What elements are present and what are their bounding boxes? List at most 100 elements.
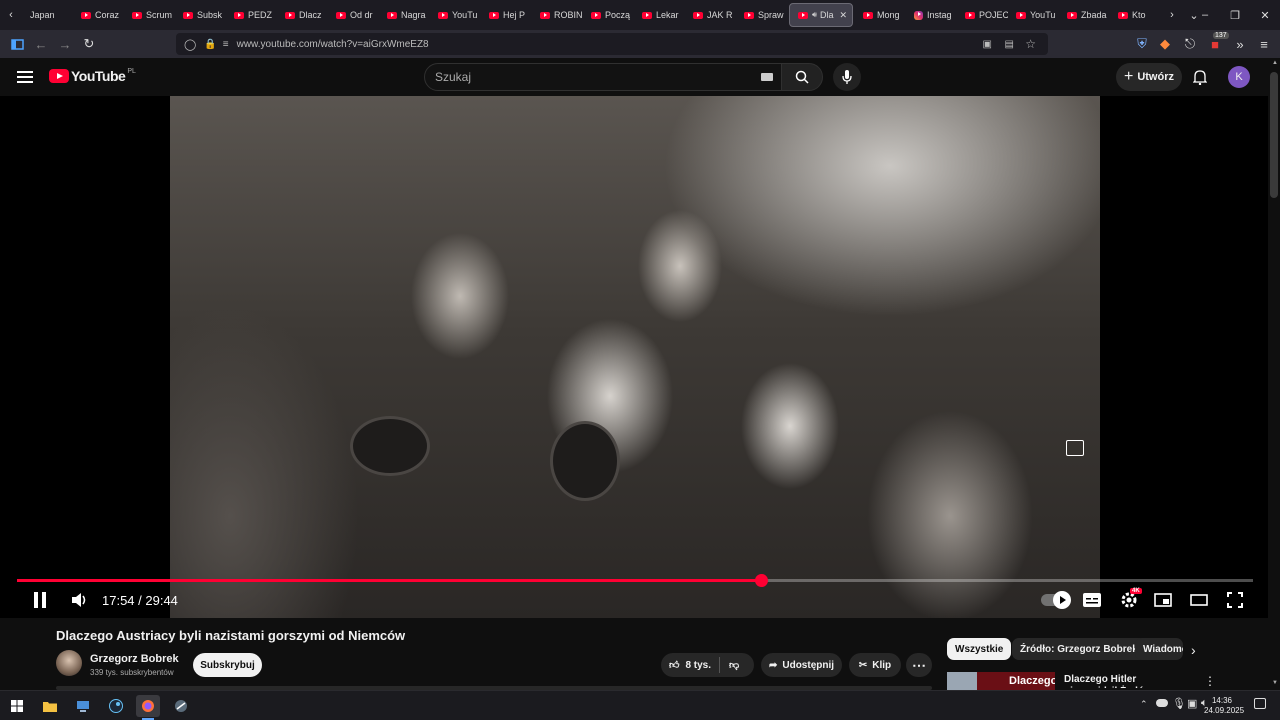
recommendation-thumbnail[interactable]: Dlaczego Hitler xyxy=(947,672,1055,690)
chip-source[interactable]: Źródło: Grzegorz Bobrek xyxy=(1012,638,1146,660)
tab-scroll-right-icon[interactable]: › xyxy=(1161,0,1183,30)
settings-gear-icon[interactable]: 4K xyxy=(1118,588,1142,612)
minimize-icon[interactable]: – xyxy=(1190,0,1220,30)
ublock-icon[interactable]: ■ 137 xyxy=(1203,32,1229,56)
browser-tab[interactable]: Japan xyxy=(22,0,73,30)
thumbs-down-icon[interactable]: 👎︎ xyxy=(729,659,739,671)
hamburger-menu-icon[interactable] xyxy=(14,67,36,87)
close-tab-icon[interactable]: ✕ xyxy=(839,10,847,21)
browser-tab-active[interactable]: 🔊︎ Dla ✕ xyxy=(789,3,853,27)
firefox-icon[interactable] xyxy=(136,695,160,720)
lock-icon[interactable]: 🔒 xyxy=(204,39,216,50)
video-player[interactable]: 17:54 / 29:44 4K xyxy=(0,96,1268,618)
reader-view-icon[interactable]: ▣ xyxy=(983,39,992,50)
tracking-protection-icon[interactable]: ◯ xyxy=(184,38,196,51)
extensions-puzzle-icon[interactable]: ⎋ xyxy=(1178,32,1202,56)
fullscreen-icon[interactable] xyxy=(1225,588,1245,612)
browser-tab[interactable]: Subsk xyxy=(175,0,226,30)
channel-name[interactable]: Grzegorz Bobrek xyxy=(90,653,179,665)
create-button[interactable]: + Utwórz xyxy=(1116,63,1182,91)
scroll-up-icon[interactable]: ▲ xyxy=(1272,60,1278,66)
tray-overflow-icon[interactable]: ⌃ xyxy=(1140,699,1148,710)
steam-icon[interactable] xyxy=(104,695,128,717)
youtube-logo[interactable]: YouTube PL xyxy=(49,68,136,84)
browser-tab[interactable]: Począ xyxy=(583,0,634,30)
url-bar[interactable]: ◯ 🔒 ≡ www.youtube.com/watch?v=aiGrxWmeEZ… xyxy=(176,33,1048,55)
recommendation-title[interactable]: Dlaczego Hitler nienawidził Żydów - kuli… xyxy=(1064,674,1188,688)
reload-icon[interactable]: ↻ xyxy=(77,32,101,56)
tab-scroll-left-icon[interactable]: ‹ xyxy=(0,0,22,30)
like-count[interactable]: 8 tys. xyxy=(685,660,711,671)
scroll-down-icon[interactable]: ▼ xyxy=(1272,680,1278,686)
browser-tab[interactable]: YouTu xyxy=(430,0,481,30)
permissions-icon[interactable]: ≡ xyxy=(223,39,229,50)
vpn-shield-icon[interactable]: ⛨ xyxy=(1130,32,1154,56)
app-menu-icon[interactable]: ≡ xyxy=(1252,32,1276,56)
browser-tab[interactable]: Kto xyxy=(1110,0,1161,30)
browser-tab[interactable]: Coraz xyxy=(73,0,124,30)
browser-tab[interactable]: Nagra xyxy=(379,0,430,30)
close-window-icon[interactable]: ✕ xyxy=(1250,0,1280,30)
forward-icon[interactable]: → xyxy=(53,32,77,56)
theater-mode-icon[interactable] xyxy=(1189,588,1209,612)
browser-tab[interactable]: JAK R xyxy=(685,0,736,30)
chip-all[interactable]: Wszystkie xyxy=(947,638,1012,660)
autoplay-toggle[interactable] xyxy=(1040,588,1071,612)
subscribe-button[interactable]: Subskrybuj xyxy=(193,653,262,677)
browser-tab[interactable]: Instag xyxy=(906,0,957,30)
browser-tab[interactable]: Mong xyxy=(855,0,906,30)
chips-next-icon[interactable]: › xyxy=(1191,642,1196,658)
browser-tab[interactable]: Dlacz xyxy=(277,0,328,30)
channel-avatar[interactable] xyxy=(56,650,82,676)
windows-start-icon[interactable] xyxy=(5,695,29,717)
audio-playing-icon[interactable]: 🔊︎ xyxy=(812,10,817,20)
restore-icon[interactable]: ❐ xyxy=(1220,0,1250,30)
scrollbar-thumb[interactable] xyxy=(1270,72,1278,198)
more-actions-button[interactable]: ⋯ xyxy=(906,653,932,677)
onedrive-cloud-icon[interactable] xyxy=(1156,699,1168,707)
page-scrollbar[interactable]: ▲ ▼ xyxy=(1268,58,1280,690)
browser-tab[interactable]: Od dr xyxy=(328,0,379,30)
network-app-icon[interactable] xyxy=(71,695,95,717)
progress-scrubber[interactable] xyxy=(754,574,768,587)
bookmark-star-icon[interactable]: ☆ xyxy=(1025,37,1036,51)
notification-center-icon[interactable] xyxy=(1254,698,1266,709)
microphone-tray-icon[interactable]: 🎙︎ xyxy=(1172,697,1186,710)
browser-tab[interactable]: YouTu xyxy=(1008,0,1059,30)
search-button[interactable] xyxy=(781,63,823,91)
app-icon[interactable] xyxy=(169,695,193,717)
sidebar-toggle-icon[interactable] xyxy=(5,32,29,56)
video-frame[interactable] xyxy=(170,96,1100,618)
browser-tab[interactable]: Zbada xyxy=(1059,0,1110,30)
voice-search-button[interactable] xyxy=(833,63,861,91)
thumbs-up-icon[interactable]: 👍︎ xyxy=(669,659,679,671)
chip-news[interactable]: Wiadomo xyxy=(1135,638,1183,660)
progress-bar[interactable] xyxy=(17,574,1253,587)
subtitles-icon[interactable] xyxy=(1082,588,1102,612)
screenshot-icon[interactable]: ▤ xyxy=(1005,39,1014,50)
extension-fox-icon[interactable]: ◆ xyxy=(1153,32,1177,56)
search-input[interactable]: Szukaj xyxy=(424,63,782,91)
miniplayer-expand-icon[interactable] xyxy=(1066,440,1084,456)
back-icon[interactable]: ← xyxy=(29,32,53,56)
avatar[interactable]: K xyxy=(1228,66,1250,88)
share-button[interactable]: ➦ Udostępnij xyxy=(761,653,842,677)
taskbar-clock[interactable]: 14:36 24.09.2025 xyxy=(1204,696,1244,716)
browser-tab[interactable]: Spraw xyxy=(736,0,787,30)
miniplayer-icon[interactable] xyxy=(1153,588,1173,612)
network-tray-icon[interactable]: ▣ xyxy=(1187,697,1197,710)
volume-button[interactable] xyxy=(68,588,92,612)
notifications-bell-icon[interactable] xyxy=(1190,67,1210,87)
file-explorer-icon[interactable] xyxy=(38,695,62,717)
pause-button[interactable] xyxy=(28,588,52,612)
browser-tab[interactable]: POJEC xyxy=(957,0,1008,30)
browser-tab[interactable]: Lekar xyxy=(634,0,685,30)
keyboard-icon[interactable] xyxy=(761,73,773,81)
browser-tab[interactable]: Hej P xyxy=(481,0,532,30)
browser-tab[interactable]: PEDZ xyxy=(226,0,277,30)
recommendation-menu-icon[interactable]: ⋮ xyxy=(1204,674,1216,688)
overflow-chevron-icon[interactable]: » xyxy=(1228,32,1252,56)
clip-button[interactable]: ✂ Klip xyxy=(849,653,901,677)
browser-tab[interactable]: ROBIN xyxy=(532,0,583,30)
browser-tab[interactable]: Scrum xyxy=(124,0,175,30)
